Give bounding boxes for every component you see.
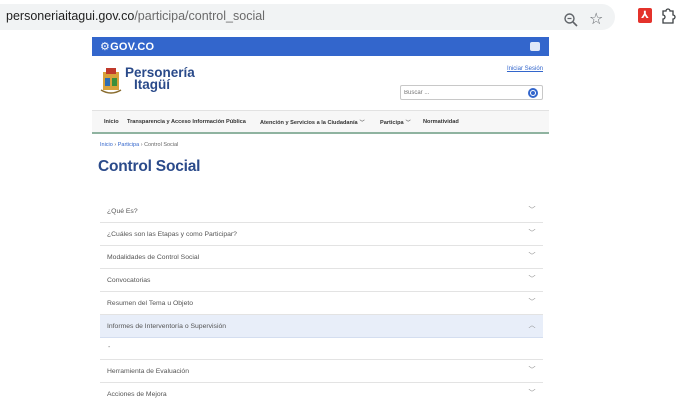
breadcrumb-participa[interactable]: Participa xyxy=(118,142,139,148)
site-header: Personería Itagüí Iniciar Sesión xyxy=(92,56,549,107)
breadcrumb-current: Control Social xyxy=(144,142,179,148)
bookmark-star-icon[interactable]: ☆ xyxy=(589,10,605,28)
nav-label: Atención y Servicios a la Ciudadanía xyxy=(260,120,358,126)
chevron-down-icon: ﹀ xyxy=(405,120,411,126)
accordion-label: Acciones de Mejora xyxy=(107,391,167,398)
breadcrumb-separator: › xyxy=(114,142,117,148)
zoom-icon[interactable] xyxy=(563,12,579,28)
nav-item-inicio[interactable]: Inicio xyxy=(104,119,119,125)
personeria-emblem-icon[interactable] xyxy=(100,66,122,94)
address-url[interactable]: personeriaitagui.gov.co/participa/contro… xyxy=(6,9,265,23)
accordion-body-text: - xyxy=(108,344,111,351)
breadcrumb-separator: › xyxy=(140,142,143,148)
main-nav: Inicio Transparencia y Acceso Informació… xyxy=(92,110,549,134)
accordion-item-acciones[interactable]: Acciones de Mejora ﹀ xyxy=(100,383,543,400)
chevron-down-icon: ﹀ xyxy=(528,299,536,306)
accordion-label: Herramienta de Evaluación xyxy=(107,368,189,375)
accordion-label: Resumen del Tema u Objeto xyxy=(107,300,194,307)
control-social-accordion: ¿Qué Es? ﹀ ¿Cuáles son las Etapas y como… xyxy=(100,200,543,400)
accordion-item-herramienta[interactable]: Herramienta de Evaluación ﹀ xyxy=(100,360,543,383)
brand-name[interactable]: Personería Itagüí xyxy=(125,66,195,92)
accordion-label: ¿Qué Es? xyxy=(107,208,138,215)
gov-co-logo[interactable]: ⚙GOV.CO xyxy=(100,40,154,53)
login-link[interactable]: Iniciar Sesión xyxy=(507,66,543,72)
gov-co-text: GOV.CO xyxy=(110,41,155,53)
chevron-down-icon: ﹀ xyxy=(528,276,536,283)
nav-label: Normatividad xyxy=(423,119,459,125)
address-bar[interactable]: personeriaitagui.gov.co/participa/contro… xyxy=(0,4,615,30)
nav-item-participa[interactable]: Participa ﹀ xyxy=(380,119,411,126)
breadcrumb: Inicio › Participa › Control Social xyxy=(100,142,178,148)
chevron-down-icon: ﹀ xyxy=(528,230,536,237)
nav-item-normatividad[interactable]: Normatividad xyxy=(423,119,459,125)
chevron-down-icon: ﹀ xyxy=(528,390,536,397)
nav-label: Transparencia y Acceso Información Públi… xyxy=(127,119,246,125)
pdf-extension-icon[interactable]: ⅄ xyxy=(638,8,652,23)
chevron-down-icon: ﹀ xyxy=(528,253,536,260)
search-icon[interactable] xyxy=(528,88,538,98)
page-title: Control Social xyxy=(98,158,201,175)
accordion-body-informes: - xyxy=(100,338,543,360)
accordion-label: Informes de Interventoría o Supervisión xyxy=(107,323,227,330)
chevron-down-icon: ﹀ xyxy=(528,367,536,374)
accordion-item-informes[interactable]: Informes de Interventoría o Supervisión … xyxy=(100,315,543,338)
nav-label: Participa xyxy=(380,120,404,126)
url-host: personeriaitagui.gov.co xyxy=(6,9,135,23)
search-box xyxy=(400,85,543,100)
accordion-item-resumen[interactable]: Resumen del Tema u Objeto ﹀ xyxy=(100,292,543,315)
accordion-item-que-es[interactable]: ¿Qué Es? ﹀ xyxy=(100,200,543,223)
nav-label: Inicio xyxy=(104,119,119,125)
nav-item-transparencia[interactable]: Transparencia y Acceso Información Públi… xyxy=(127,119,246,125)
browser-toolbar: personeriaitagui.gov.co/participa/contro… xyxy=(0,0,677,34)
gov-co-bar: ⚙GOV.CO xyxy=(92,37,549,56)
breadcrumb-inicio[interactable]: Inicio xyxy=(100,142,113,148)
search-input[interactable] xyxy=(404,88,522,98)
chevron-down-icon: ﹀ xyxy=(359,120,365,126)
nav-item-atencion[interactable]: Atención y Servicios a la Ciudadanía ﹀ xyxy=(260,119,365,126)
accordion-label: ¿Cuáles son las Etapas y como Participar… xyxy=(107,231,237,238)
brand-line-2: Itagüí xyxy=(134,77,170,92)
accordion-item-convocatorias[interactable]: Convocatorias ﹀ xyxy=(100,269,543,292)
accordion-label: Convocatorias xyxy=(107,277,151,284)
url-path: /participa/control_social xyxy=(134,9,265,23)
accordion-item-etapas[interactable]: ¿Cuáles son las Etapas y como Participar… xyxy=(100,223,543,246)
language-icon[interactable] xyxy=(530,42,540,51)
puzzle-extensions-icon[interactable] xyxy=(660,6,676,24)
chevron-up-icon: ︿ xyxy=(528,322,536,329)
chevron-down-icon: ﹀ xyxy=(528,207,536,214)
accordion-item-modalidades[interactable]: Modalidades de Control Social ﹀ xyxy=(100,246,543,269)
accordion-label: Modalidades de Control Social xyxy=(107,254,200,261)
